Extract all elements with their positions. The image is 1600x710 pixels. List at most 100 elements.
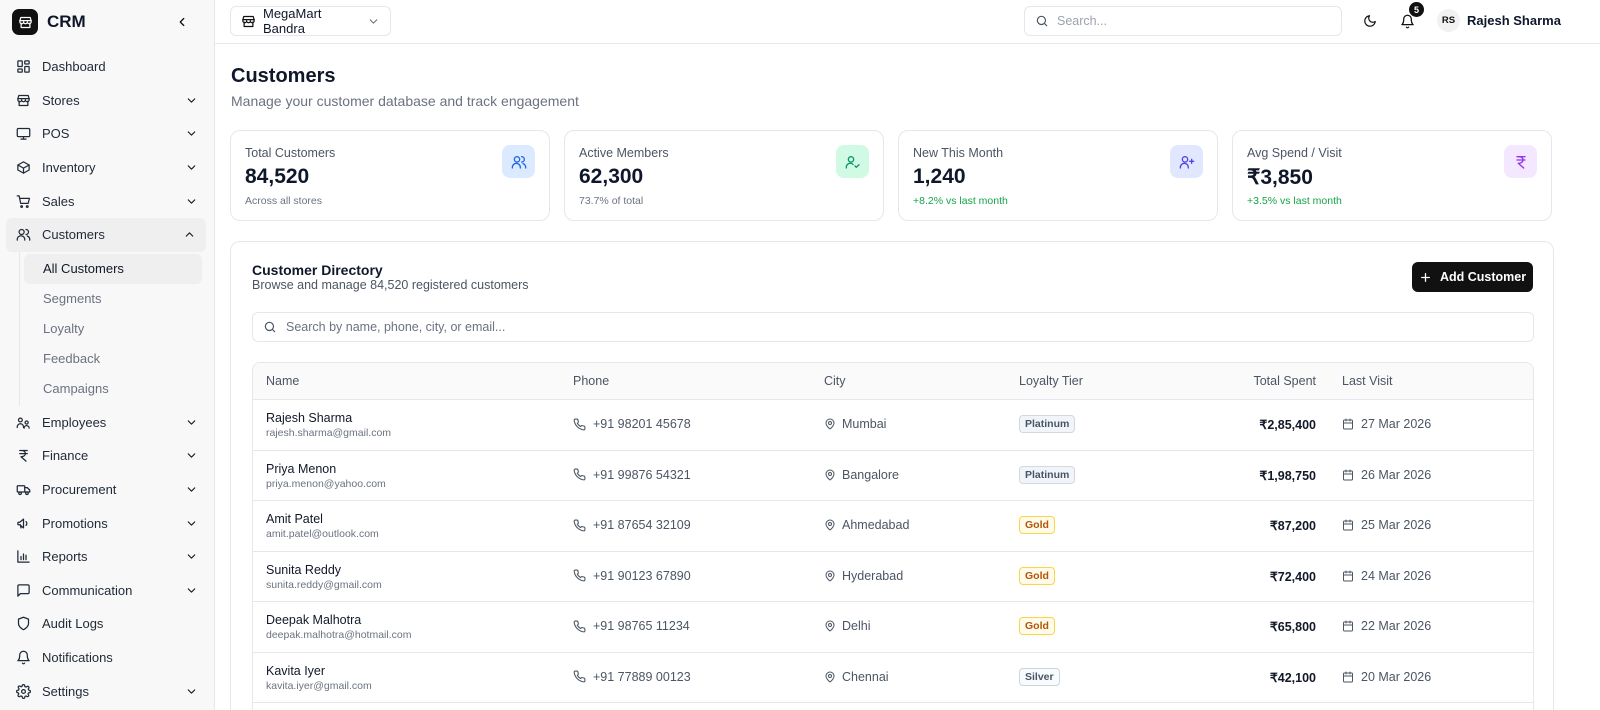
table-row[interactable]: Priya Menon priya.menon@yahoo.com +91 9987… <box>253 451 1533 501</box>
stat-note: +8.2% vs last month <box>913 195 1008 207</box>
rupee-icon <box>15 448 31 464</box>
customer-phone-cell: +91 98201 45678 <box>573 417 691 431</box>
sidebar-item-label: Inventory <box>42 160 96 176</box>
table-row[interactable]: Amit Patel amit.patel@outlook.com +91 8765… <box>253 501 1533 552</box>
notifications-button[interactable]: 5 <box>1396 2 1424 32</box>
customer-search-input[interactable]: Search by name, phone, city, or email... <box>252 312 1534 342</box>
table-row[interactable]: Sunita Reddy sunita.reddy@gmail.com +91 90… <box>253 552 1533 602</box>
sidebar-item-stores[interactable]: Stores <box>0 84 208 118</box>
column-header-city[interactable]: City <box>824 374 846 388</box>
store-selector[interactable]: MegaMart Bandra <box>230 6 391 36</box>
customer-last-visit: 26 Mar 2026 <box>1361 467 1432 482</box>
page-title: Customers <box>231 65 336 87</box>
stat-value: 1,240 <box>913 165 966 188</box>
chevron-up-icon <box>182 228 196 242</box>
sidebar-subitem-feedback[interactable]: Feedback <box>20 344 202 374</box>
customer-total-spent: ₹1,98,750 <box>1259 468 1316 483</box>
sidebar-item-employees[interactable]: Employees <box>0 406 208 440</box>
shield-icon <box>15 616 31 632</box>
dashboard-icon <box>15 59 31 75</box>
sidebar-item-promotions[interactable]: Promotions <box>0 506 208 540</box>
customer-name-cell: Rajesh Sharma rajesh.sharma@gmail.com <box>266 411 391 439</box>
user-menu[interactable]: RS Rajesh Sharma <box>1437 9 1561 32</box>
customer-last-visit-cell: 26 Mar 2026 <box>1342 468 1431 482</box>
stat-note: +3.5% vs last month <box>1247 195 1342 207</box>
sidebar-subitem-loyalty[interactable]: Loyalty <box>20 314 202 344</box>
brand: CRM <box>0 0 214 44</box>
table-row[interactable]: Deepak Malhotra deepak.malhotra@hotmail.c… <box>253 602 1533 653</box>
loyalty-tier-badge: Platinum <box>1019 415 1076 433</box>
sidebar-item-label: Settings <box>42 683 89 699</box>
calendar-icon <box>1342 469 1354 481</box>
sidebar-item-communication[interactable]: Communication <box>0 574 208 608</box>
customer-directory-card: Customer Directory Browse and manage 84,… <box>230 241 1554 710</box>
sidebar-subitem-all-customers[interactable]: All Customers <box>24 253 202 284</box>
customer-city: Hyderabad <box>842 568 904 583</box>
stat-note: 73.7% of total <box>579 195 644 207</box>
customer-phone: +91 99876 54321 <box>593 467 691 482</box>
table-row[interactable]: Rajesh Sharma rajesh.sharma@gmail.com +91 … <box>253 400 1533 451</box>
column-header-total-spent[interactable]: Total Spent <box>1253 374 1316 388</box>
column-header-loyalty-tier[interactable]: Loyalty Tier <box>1019 374 1083 388</box>
customer-name: Rajesh Sharma <box>266 411 353 425</box>
store-logo-icon <box>12 9 38 35</box>
add-customer-button[interactable]: Add Customer <box>1412 262 1533 292</box>
table-row[interactable]: Kavita Iyer kavita.iyer@gmail.com +91 7788… <box>253 653 1533 703</box>
calendar-icon <box>1342 519 1354 531</box>
loyalty-tier-cell: Silver <box>1019 667 1060 686</box>
sidebar-item-notifications[interactable]: Notifications <box>0 641 208 675</box>
customer-name-cell: Sunita Reddy sunita.reddy@gmail.com <box>266 563 382 591</box>
moon-icon <box>1364 15 1376 27</box>
stat-label: Active Members <box>579 146 669 160</box>
sidebar-item-reports[interactable]: Reports <box>0 540 208 574</box>
sidebar: CRM Dashboard Stores POS Inventory Sales Cust… <box>0 0 215 710</box>
customer-email: rajesh.sharma@gmail.com <box>266 427 392 439</box>
customer-name: Sunita Reddy <box>266 562 342 577</box>
sidebar-subitem-campaigns[interactable]: Campaigns <box>20 374 202 404</box>
phone-icon <box>573 519 586 532</box>
sidebar-nav: Dashboard Stores POS Inventory Sales Customer… <box>0 44 214 708</box>
loyalty-tier-badge: Gold <box>1019 566 1055 585</box>
sidebar-item-dashboard[interactable]: Dashboard <box>0 50 208 84</box>
column-header-name[interactable]: Name <box>266 374 299 388</box>
message-icon <box>15 582 31 598</box>
sidebar-item-audit-logs[interactable]: Audit Logs <box>0 607 208 641</box>
sidebar-subitem-segments[interactable]: Segments <box>20 284 202 314</box>
column-header-last-visit[interactable]: Last Visit <box>1342 374 1393 388</box>
theme-toggle-button[interactable] <box>1359 10 1381 32</box>
calendar-icon <box>1342 418 1354 430</box>
sidebar-item-label: Reports <box>42 549 88 565</box>
customer-last-visit: 25 Mar 2026 <box>1361 518 1432 532</box>
chevron-down-icon <box>184 127 198 141</box>
megaphone-icon <box>15 515 31 531</box>
global-search-input[interactable]: Search... <box>1024 6 1342 36</box>
sidebar-item-settings[interactable]: Settings <box>0 674 208 708</box>
customer-name-cell: Priya Menon priya.menon@yahoo.com <box>266 462 386 490</box>
sidebar-item-finance[interactable]: Finance <box>0 439 208 473</box>
sidebar-item-inventory[interactable]: Inventory <box>0 151 208 185</box>
sidebar-item-sales[interactable]: Sales <box>0 184 208 218</box>
sidebar-item-label: Notifications <box>42 650 113 666</box>
chevron-down-icon <box>184 449 198 463</box>
map-pin-icon <box>824 519 836 531</box>
stat-card-active-members: Active Members 62,300 73.7% of total <box>564 130 884 221</box>
column-header-phone[interactable]: Phone <box>573 374 609 388</box>
sidebar-item-label: Dashboard <box>42 59 106 75</box>
loyalty-tier-badge: Gold <box>1019 617 1055 635</box>
customer-email: priya.menon@yahoo.com <box>266 477 386 490</box>
customer-name-cell: Deepak Malhotra deepak.malhotra@hotmail.c… <box>266 613 411 641</box>
user-plus-icon <box>1170 145 1203 178</box>
sidebar-item-procurement[interactable]: Procurement <box>0 473 208 507</box>
loyalty-tier-cell: Platinum <box>1019 465 1076 484</box>
customer-email: kavita.iyer@gmail.com <box>266 679 372 692</box>
customer-name: Priya Menon <box>266 461 337 476</box>
phone-icon <box>573 418 586 431</box>
sidebar-item-pos[interactable]: POS <box>0 117 208 151</box>
package-icon <box>15 160 31 176</box>
settings-icon <box>15 683 31 699</box>
employees-icon <box>15 414 31 430</box>
loyalty-tier-cell: Platinum <box>1019 415 1076 433</box>
sidebar-item-customers[interactable]: Customers <box>6 217 206 252</box>
customer-last-visit: 20 Mar 2026 <box>1361 669 1432 684</box>
collapse-sidebar-button[interactable] <box>172 12 192 32</box>
